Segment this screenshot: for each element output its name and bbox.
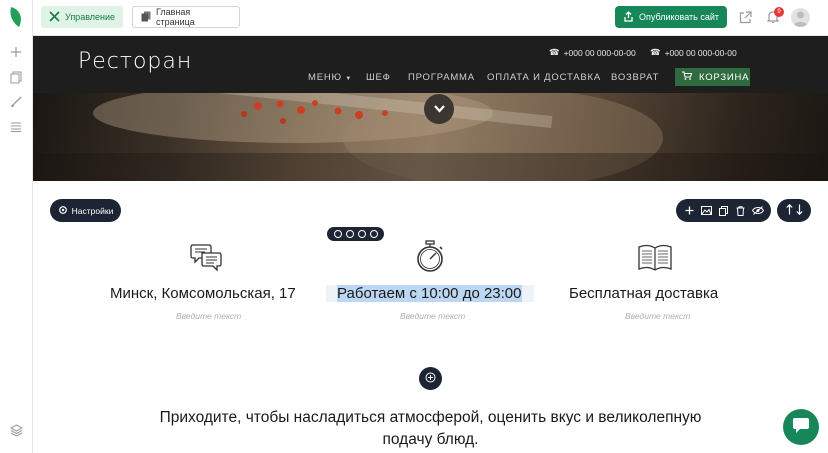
left-rail xyxy=(0,0,33,453)
manage-label: Управление xyxy=(65,12,116,22)
notifications-badge: 9 xyxy=(774,7,784,17)
home-page-button[interactable]: Главная страница xyxy=(132,6,240,28)
gear-icon xyxy=(58,205,68,217)
trash-icon[interactable] xyxy=(734,204,748,218)
open-book-icon xyxy=(638,244,672,277)
copy-icon[interactable] xyxy=(716,204,730,218)
settings-label: Настройки xyxy=(71,205,114,216)
cart-label: КОРЗИНА xyxy=(699,71,750,83)
nav-returns[interactable]: ВОЗВРАТ xyxy=(611,72,659,83)
feature-title-delivery[interactable]: Бесплатная доставка xyxy=(569,285,718,302)
nav-program[interactable]: ПРОГРАММА xyxy=(408,72,475,83)
chat-bubbles-icon xyxy=(190,242,222,277)
nav-payment-delivery[interactable]: ОПЛАТА И ДОСТАВКА xyxy=(487,72,601,83)
editor-topbar: Управление Главная страница Опубликовать… xyxy=(33,0,828,36)
hero-image xyxy=(33,93,828,181)
list-icon[interactable] xyxy=(8,119,24,135)
add-block-icon[interactable] xyxy=(682,204,696,218)
nav-menu-label: МЕНЮ xyxy=(308,72,342,83)
phone-number: +000 00 000-00-00 xyxy=(664,47,737,58)
publish-label: Опубликовать сайт xyxy=(639,12,720,22)
page-icon xyxy=(141,11,151,24)
external-link-icon[interactable] xyxy=(739,11,752,29)
avatar[interactable] xyxy=(791,8,810,27)
block-settings-button[interactable]: Настройки xyxy=(50,199,121,222)
feature-text-placeholder[interactable]: Введите текст xyxy=(176,311,241,321)
tagline-line-2[interactable]: подачу блюд. xyxy=(33,431,828,449)
element-toolbar xyxy=(327,227,384,241)
logo-leaf-icon[interactable] xyxy=(9,6,23,28)
plus-circle-icon[interactable] xyxy=(369,230,378,238)
eye-off-icon[interactable] xyxy=(751,204,765,218)
site-logo[interactable]: Ресторан xyxy=(78,49,192,74)
move-block-button[interactable] xyxy=(777,199,811,222)
nav-chef[interactable]: ШЕФ xyxy=(366,72,391,83)
arrow-up-icon xyxy=(785,202,793,220)
plus-circle-icon xyxy=(425,370,436,388)
chevron-down-icon xyxy=(433,100,445,118)
block-toolbar xyxy=(676,199,771,222)
feature-title-hours[interactable]: Работаем с 10:00 до 23:00 xyxy=(337,285,522,302)
image-icon[interactable] xyxy=(699,204,713,218)
manage-button[interactable]: Управление xyxy=(41,6,124,28)
pages-icon[interactable] xyxy=(8,69,24,85)
cart-button[interactable]: КОРЗИНА xyxy=(675,68,750,86)
home-page-label: Главная страница xyxy=(156,7,195,27)
add-block-button[interactable] xyxy=(419,367,442,390)
chat-icon xyxy=(792,416,810,439)
phone-icon: ☎ xyxy=(650,47,661,57)
tools-icon xyxy=(49,10,60,24)
tagline-line-1[interactable]: Приходите, чтобы насладиться атмосферой,… xyxy=(33,409,828,427)
layers-icon[interactable] xyxy=(8,422,24,438)
plus-icon[interactable] xyxy=(357,230,366,238)
nav-menu[interactable]: МЕНЮ ▼ xyxy=(308,72,352,83)
chat-widget-button[interactable] xyxy=(783,409,819,445)
scroll-down-button[interactable] xyxy=(424,94,454,124)
feature-title-address[interactable]: Минск, Комсомольская, 17 xyxy=(110,285,296,302)
chevron-down-icon: ▼ xyxy=(345,76,353,82)
phone-1[interactable]: ☎ +000 00 000-00-00 xyxy=(549,47,636,58)
add-icon[interactable] xyxy=(8,44,24,60)
stopwatch-icon xyxy=(415,240,445,279)
brush-icon[interactable] xyxy=(8,94,24,110)
phone-number: +000 00 000-00-00 xyxy=(563,47,636,58)
settings-icon[interactable] xyxy=(333,230,342,238)
arrow-down-icon xyxy=(795,202,803,220)
phone-icon: ☎ xyxy=(549,47,560,57)
feature-text-placeholder[interactable]: Введите текст xyxy=(400,311,465,321)
publish-icon xyxy=(623,10,634,24)
image-icon[interactable] xyxy=(345,230,354,238)
phone-2[interactable]: ☎ +000 00 000-00-00 xyxy=(650,47,737,58)
feature-text-placeholder[interactable]: Введите текст xyxy=(625,311,690,321)
cart-icon xyxy=(682,71,693,83)
publish-site-button[interactable]: Опубликовать сайт xyxy=(615,6,727,28)
